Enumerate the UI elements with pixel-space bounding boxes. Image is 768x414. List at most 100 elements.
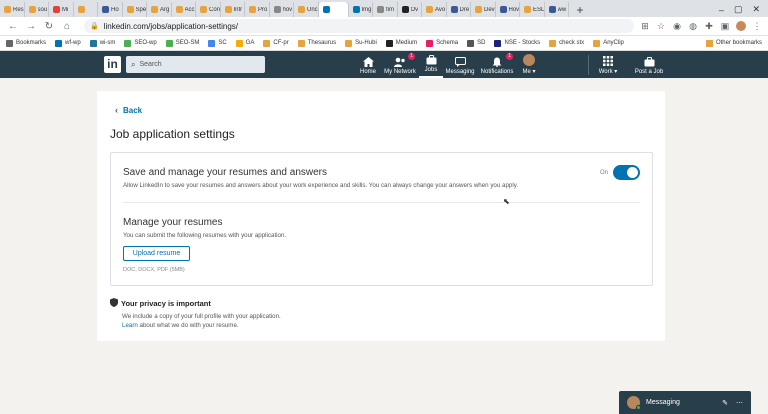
- bookmark-item[interactable]: check stx: [549, 39, 584, 47]
- bookmark-item[interactable]: Thesaurus: [297, 39, 336, 47]
- folder-icon: [705, 39, 713, 47]
- new-tab-button[interactable]: +: [573, 3, 587, 17]
- reload-icon[interactable]: ↻: [42, 21, 56, 32]
- browser-tab[interactable]: Avo: [422, 2, 447, 17]
- favicon-icon: [126, 6, 134, 13]
- bookmark-item[interactable]: wf-wp: [55, 39, 81, 47]
- browser-tab[interactable]: [318, 2, 349, 17]
- online-status-dot: [636, 405, 641, 410]
- bookmark-item[interactable]: SC: [208, 39, 227, 47]
- tab-label: Ov: [410, 6, 419, 13]
- bookmark-item[interactable]: NSE - Stocks: [494, 39, 540, 47]
- bookmark-favicon-icon: [208, 39, 216, 47]
- browser-tab[interactable]: hov: [270, 2, 294, 17]
- translate-icon[interactable]: ⊞: [640, 21, 650, 31]
- browser-tab[interactable]: Unc: [294, 2, 319, 17]
- bookmark-item[interactable]: SD: [467, 39, 485, 47]
- browser-tab[interactable]: fim: [373, 2, 398, 17]
- browser-tab[interactable]: [74, 2, 98, 17]
- linkedin-logo[interactable]: in: [104, 56, 121, 73]
- favicon-icon: [524, 6, 531, 13]
- browser-tab[interactable]: Acc: [172, 2, 196, 17]
- browser-tab[interactable]: Hov: [496, 2, 520, 17]
- nav-item-post-job[interactable]: Post a Job: [633, 51, 665, 78]
- browser-tab-strip: Res sou Mi Ho Spe Arg Acc Con Intr Pro hov Unc Img fi…: [0, 0, 768, 17]
- home-icon[interactable]: ⌂: [60, 21, 74, 32]
- tab-label: hov: [282, 6, 293, 13]
- save-resumes-toggle[interactable]: [613, 165, 640, 180]
- close-window-button[interactable]: ✕: [752, 4, 760, 15]
- browser-tab[interactable]: Mi: [49, 2, 74, 17]
- nav-item-work[interactable]: Work ▾: [596, 51, 620, 78]
- extension-icon[interactable]: ◍: [688, 21, 698, 31]
- extension-icon[interactable]: ◉: [672, 21, 682, 31]
- bookmark-item[interactable]: AnyClip: [593, 39, 624, 47]
- nav-item-avatar[interactable]: Me ▾: [517, 51, 541, 78]
- menu-dots-icon[interactable]: ⋮: [752, 21, 762, 31]
- bookmark-item[interactable]: Su-Hubi: [345, 39, 377, 47]
- puzzle-icon[interactable]: ✚: [704, 21, 714, 31]
- tab-label: Ho: [111, 6, 119, 13]
- resume-section-description: You can submit the following resumes wit…: [123, 232, 287, 239]
- tab-label: fim: [386, 6, 394, 13]
- bookmark-item[interactable]: SEO-wp: [124, 39, 157, 47]
- url-field[interactable]: 🔒 linkedin.com/jobs/application-settings…: [84, 19, 634, 33]
- privacy-line-2: Learn about what we do with your resume.: [122, 322, 239, 329]
- search-input[interactable]: ⌕ Search: [126, 56, 265, 73]
- bookmark-item[interactable]: Bookmarks: [6, 39, 46, 47]
- nav-item-home[interactable]: Home: [355, 51, 381, 78]
- browser-tab[interactable]: Pro: [245, 2, 270, 17]
- back-link[interactable]: ‹ Back: [115, 105, 142, 115]
- avatar: [523, 54, 535, 66]
- bookmark-favicon-icon: [297, 39, 305, 47]
- bookmark-item[interactable]: Medium: [385, 39, 417, 47]
- nav-item-briefcase[interactable]: Jobs: [419, 51, 443, 78]
- favicon-icon: [175, 6, 183, 13]
- nav-item-chat[interactable]: Messaging: [443, 51, 477, 78]
- favicon-icon: [77, 6, 85, 13]
- browser-tab[interactable]: Res: [0, 2, 25, 17]
- minimize-button[interactable]: –: [719, 5, 724, 15]
- bookmark-item[interactable]: Schema: [426, 39, 458, 47]
- learn-link[interactable]: Learn: [122, 322, 138, 329]
- browser-tab[interactable]: Dev: [471, 2, 496, 17]
- lock-icon: 🔒: [90, 23, 99, 30]
- bookmark-item[interactable]: wi-sm: [89, 39, 115, 47]
- browser-tab[interactable]: sou: [25, 2, 49, 17]
- browser-tab[interactable]: Intr: [221, 2, 245, 17]
- compose-icon[interactable]: ✎: [722, 399, 728, 407]
- forward-arrow-icon[interactable]: →: [24, 21, 38, 32]
- browser-tab[interactable]: Spe: [123, 2, 147, 17]
- upload-resume-button[interactable]: Upload resume: [123, 246, 190, 261]
- browser-tab[interactable]: Dre: [447, 2, 471, 17]
- other-bookmarks[interactable]: Other bookmarks: [705, 39, 768, 47]
- bookmark-item[interactable]: CF-pr: [263, 39, 289, 47]
- browser-tab[interactable]: Ov: [398, 2, 422, 17]
- profile-avatar[interactable]: [736, 21, 746, 31]
- browser-tab[interactable]: Con: [196, 2, 221, 17]
- tab-label: Mi: [62, 6, 69, 13]
- more-options-icon[interactable]: ⋯: [736, 399, 743, 407]
- browser-tab[interactable]: Img: [349, 2, 373, 17]
- nav-item-bell[interactable]: Notifications 1: [477, 51, 517, 78]
- extensions-area: ⊞ ☆ ◉ ◍ ✚ ▣ ⋮: [640, 21, 762, 31]
- maximize-button[interactable]: ▢: [734, 4, 743, 15]
- page-title: Job application settings: [110, 127, 235, 141]
- nav-item-network[interactable]: My Network 1: [381, 51, 419, 78]
- browser-tab[interactable]: Arg: [147, 2, 172, 17]
- bookmark-favicon-icon: [55, 39, 63, 47]
- browser-tab[interactable]: ww: [545, 2, 569, 17]
- tab-label: Dev: [484, 6, 495, 13]
- mouse-cursor-icon: ⬉: [503, 197, 510, 206]
- tab-label: Intr: [233, 6, 243, 13]
- back-arrow-icon[interactable]: ←: [6, 21, 20, 32]
- extension-icon[interactable]: ▣: [720, 21, 730, 31]
- bookmark-item[interactable]: SEO-SM: [165, 39, 199, 47]
- bookmark-star-icon[interactable]: ☆: [656, 21, 666, 31]
- bookmark-item[interactable]: GA: [235, 39, 254, 47]
- messaging-dock[interactable]: Messaging ✎ ⋯: [619, 391, 751, 414]
- browser-tab[interactable]: ESL: [520, 2, 545, 17]
- window-controls: – ▢ ✕: [719, 2, 768, 17]
- favicon-icon: [548, 6, 556, 13]
- browser-tab[interactable]: Ho: [98, 2, 123, 17]
